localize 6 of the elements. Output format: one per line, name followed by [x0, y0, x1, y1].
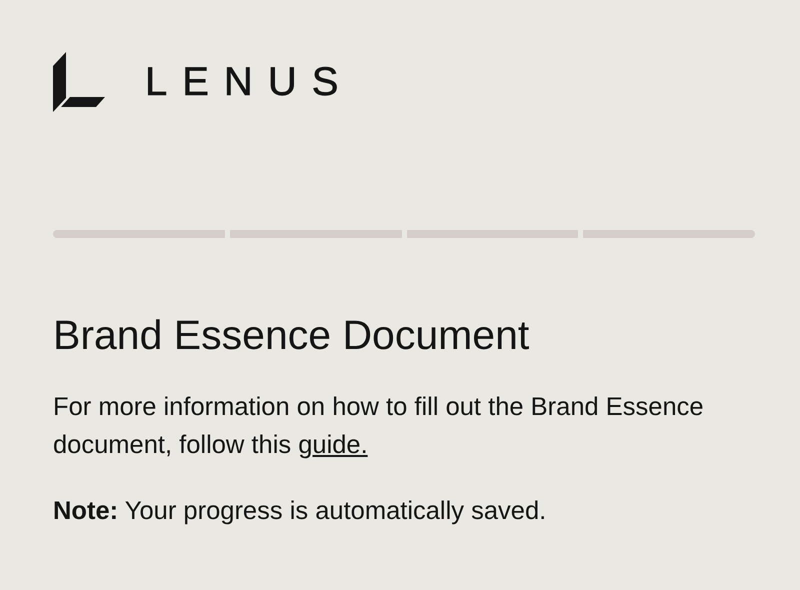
guide-link[interactable]: guide.: [298, 431, 368, 460]
note-text: Note: Your progress is automatically saved.: [53, 496, 548, 528]
logo-icon: [53, 52, 105, 112]
page-title: Brand Essence Document: [53, 311, 530, 360]
logo-text: LENUS: [145, 62, 354, 102]
info-paragraph: For more information on how to fill out the Brand Essence document, follow this guide.: [53, 392, 705, 462]
